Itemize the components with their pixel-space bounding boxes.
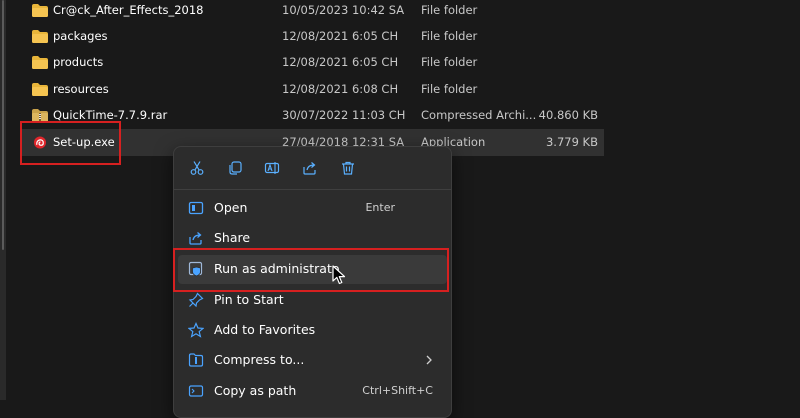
open-icon: [188, 201, 204, 215]
file-date: 30/07/2022 11:03 CH: [282, 108, 406, 122]
file-type: Compressed Archi...: [421, 108, 537, 122]
menu-item-shortcut: Enter: [365, 201, 395, 214]
file-date: 10/05/2023 10:42 SA: [282, 3, 405, 17]
pin-icon: [188, 292, 204, 308]
menu-item-label: Copy as path: [214, 383, 297, 398]
file-date: 12/08/2021 6:08 CH: [282, 82, 399, 96]
file-type: File folder: [421, 82, 478, 96]
scrollbar-thumb[interactable]: [2, 0, 4, 250]
copy-button[interactable]: [224, 157, 246, 179]
folder-icon: [32, 83, 48, 96]
star-icon: [188, 322, 204, 338]
left-scrollbar[interactable]: [0, 0, 6, 400]
file-highlight-box: [20, 121, 121, 165]
run-as-admin-highlight-box: [173, 248, 449, 292]
copy-icon: [229, 161, 242, 175]
file-row[interactable]: packages 12/08/2021 6:05 CH File folder: [20, 23, 604, 50]
file-size: 3.779 KB: [545, 135, 598, 149]
menu-item-label: Add to Favorites: [214, 322, 316, 337]
file-name: QuickTime-7.7.9.rar: [53, 108, 168, 122]
compress-icon: [188, 353, 204, 367]
menu-item-open[interactable]: Open Enter: [178, 194, 447, 223]
file-type: File folder: [421, 29, 478, 43]
copy-path-icon: [188, 385, 204, 397]
file-row[interactable]: products 12/08/2021 6:05 CH File folder: [20, 49, 604, 76]
file-name: products: [53, 55, 104, 69]
share-button[interactable]: [299, 157, 321, 179]
file-type: File folder: [421, 55, 478, 69]
file-type: File folder: [421, 3, 478, 17]
file-row[interactable]: Cr@ck_After_Effects_2018 10/05/2023 10:4…: [20, 0, 604, 24]
rename-button[interactable]: [261, 157, 283, 179]
menu-item-copy-as-path[interactable]: Copy as path Ctrl+Shift+C: [178, 377, 447, 406]
share-icon: [303, 162, 316, 175]
folder-icon: [32, 30, 48, 43]
file-row[interactable]: resources 12/08/2021 6:08 CH File folder: [20, 76, 604, 103]
file-name: packages: [53, 29, 108, 43]
delete-button[interactable]: [337, 157, 359, 179]
menu-item-add-to-favorites[interactable]: Add to Favorites: [178, 316, 447, 345]
file-date: 12/08/2021 6:05 CH: [282, 29, 399, 43]
menu-item-label: Share: [214, 230, 251, 245]
menu-item-label: Compress to...: [214, 352, 305, 367]
mouse-cursor-icon: [332, 265, 346, 285]
cut-button[interactable]: [186, 157, 208, 179]
menu-item-label: Open: [214, 200, 248, 215]
delete-icon: [342, 161, 354, 175]
file-size: 40.860 KB: [538, 108, 598, 122]
rename-icon: [264, 162, 280, 174]
menu-item-compress-to[interactable]: Compress to...: [178, 346, 447, 375]
share-icon: [189, 232, 202, 245]
file-date: 12/08/2021 6:05 CH: [282, 55, 399, 69]
menu-item-label: Pin to Start: [214, 292, 284, 307]
folder-icon: [32, 4, 48, 17]
file-name: Cr@ck_After_Effects_2018: [53, 3, 204, 17]
file-name: resources: [53, 82, 109, 96]
menu-item-shortcut: Ctrl+Shift+C: [362, 384, 433, 397]
cut-icon: [190, 161, 204, 175]
chevron-right-icon: [426, 355, 432, 365]
folder-icon: [32, 56, 48, 69]
menu-separator: [174, 189, 451, 190]
